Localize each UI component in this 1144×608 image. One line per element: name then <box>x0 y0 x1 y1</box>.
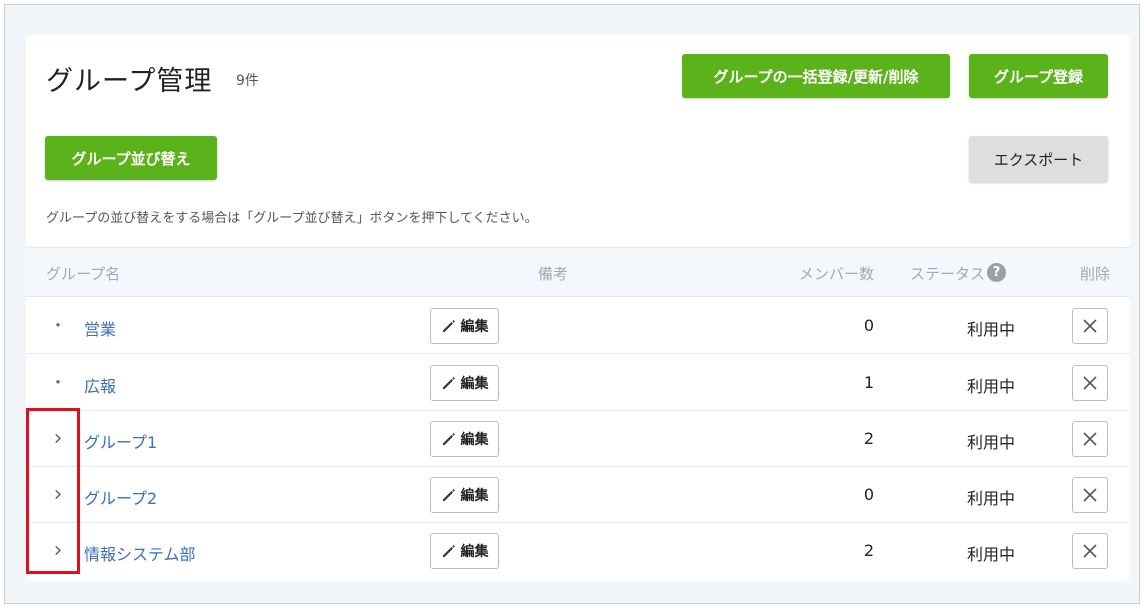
status-text: 利用中 <box>967 320 1016 339</box>
table-row: › グループ2 編集 0 利用中 <box>26 467 1130 523</box>
bulk-register-button[interactable]: グループの一括登録/更新/削除 <box>682 54 950 98</box>
group-name-link[interactable]: 営業 <box>84 316 116 340</box>
edit-label: 編集 <box>460 544 489 560</box>
export-button[interactable]: エクスポート <box>969 136 1108 182</box>
delete-button[interactable] <box>1072 533 1108 569</box>
group-count: 9件 <box>236 73 259 89</box>
group-name-link[interactable]: 広報 <box>84 373 116 397</box>
edit-button[interactable]: 編集 <box>430 421 499 457</box>
column-header-name: グループ名 <box>46 265 121 283</box>
expand-toggle-highlight <box>26 408 80 574</box>
pencil-icon <box>442 433 455 445</box>
column-header-members: メンバー数 <box>798 265 874 283</box>
member-count: 0 <box>863 316 874 335</box>
table-row: ・ 営業 編集 0 利用中 <box>26 298 1130 354</box>
pencil-icon <box>442 489 455 501</box>
group-name-link[interactable]: グループ2 <box>84 485 157 509</box>
member-count: 2 <box>863 429 874 448</box>
pencil-icon <box>442 377 455 389</box>
sort-hint-text: グループの並び替えをする場合は「グループ並び替え」ボタンを押下してください。 <box>46 211 538 226</box>
column-header-note: 備考 <box>538 265 569 283</box>
delete-button[interactable] <box>1072 365 1108 401</box>
column-header-status-label: ステータス <box>910 265 986 283</box>
table-header: グループ名 備考 メンバー数 ステータス? 削除 <box>26 247 1130 297</box>
close-icon <box>1083 319 1097 333</box>
status-text: 利用中 <box>967 377 1016 396</box>
page-title: グループ管理 <box>46 66 213 97</box>
member-count: 1 <box>863 373 874 392</box>
app-frame: グループ管理 9件 グループの一括登録/更新/削除 グループ登録 グループ並び替… <box>4 4 1140 604</box>
edit-button[interactable]: 編集 <box>430 533 499 569</box>
edit-label: 編集 <box>460 488 489 504</box>
pencil-icon <box>442 320 455 332</box>
member-count: 2 <box>863 541 874 560</box>
delete-button[interactable] <box>1072 421 1108 457</box>
edit-button[interactable]: 編集 <box>430 365 499 401</box>
pencil-icon <box>442 545 455 557</box>
group-name-link[interactable]: グループ1 <box>84 429 157 453</box>
column-header-status: ステータス? <box>910 263 1007 284</box>
group-name-link[interactable]: 情報システム部 <box>84 541 196 565</box>
member-count: 0 <box>863 485 874 504</box>
group-management-card: グループ管理 9件 グループの一括登録/更新/削除 グループ登録 グループ並び替… <box>26 35 1130 581</box>
table-row: ・ 広報 編集 1 利用中 <box>26 355 1130 411</box>
bullet-icon: ・ <box>50 373 67 392</box>
sort-groups-button[interactable]: グループ並び替え <box>45 136 217 180</box>
close-icon <box>1083 544 1097 558</box>
status-text: 利用中 <box>967 545 1016 564</box>
edit-label: 編集 <box>460 376 489 392</box>
edit-label: 編集 <box>460 319 489 335</box>
close-icon <box>1083 376 1097 390</box>
column-header-delete: 削除 <box>1079 265 1110 283</box>
status-text: 利用中 <box>967 489 1016 508</box>
bullet-icon: ・ <box>50 316 67 335</box>
close-icon <box>1083 432 1097 446</box>
edit-button[interactable]: 編集 <box>430 477 499 513</box>
delete-button[interactable] <box>1072 477 1108 513</box>
status-text: 利用中 <box>967 433 1016 452</box>
table-row: › 情報システム部 編集 2 利用中 <box>26 523 1130 579</box>
edit-label: 編集 <box>460 432 489 448</box>
close-icon <box>1083 488 1097 502</box>
help-icon[interactable]: ? <box>987 263 1007 282</box>
table-row: › グループ1 編集 2 利用中 <box>26 411 1130 467</box>
edit-button[interactable]: 編集 <box>430 308 499 344</box>
delete-button[interactable] <box>1072 308 1108 344</box>
register-group-button[interactable]: グループ登録 <box>969 54 1108 98</box>
